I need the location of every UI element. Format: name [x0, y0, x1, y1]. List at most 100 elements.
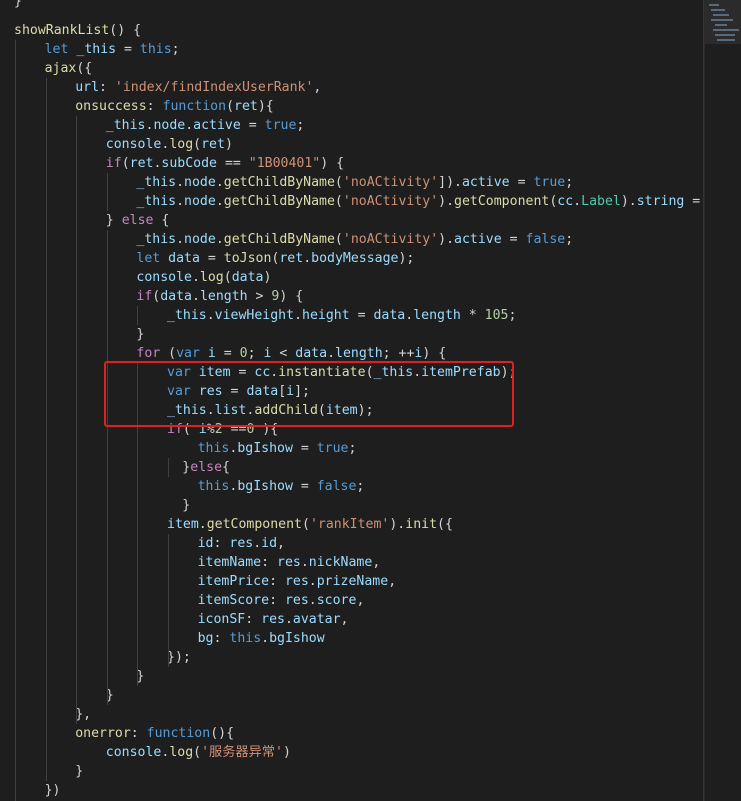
code-token: =	[501, 232, 526, 247]
code-line[interactable]: url: 'index/findIndexUserRank',	[75, 78, 321, 97]
code-token: node	[184, 175, 216, 190]
code-token: _this	[167, 308, 207, 323]
code-token: =	[292, 479, 317, 494]
indent-guide	[106, 173, 108, 211]
code-token: _this	[136, 175, 177, 190]
indent-guide	[168, 534, 169, 667]
code-token: cc	[557, 194, 574, 209]
code-token: iconSF	[197, 612, 246, 627]
minimap-line	[713, 29, 739, 31]
code-line[interactable]: ajax({	[45, 59, 93, 78]
code-line[interactable]: },	[75, 705, 91, 724]
code-line[interactable]: itemPrice: res.prizeName,	[198, 572, 397, 591]
code-token: else	[190, 460, 223, 475]
code-line[interactable]: });	[167, 648, 191, 667]
minimap[interactable]	[704, 0, 741, 801]
code-line[interactable]: _this.node.active = true;	[106, 116, 305, 135]
code-token: console	[105, 745, 162, 760]
code-token: ,	[277, 536, 285, 551]
code-line[interactable]: _this.node.getChildByName('noACtivity').…	[136, 230, 573, 249]
code-token: url	[75, 80, 100, 95]
code-token: "1B00401"	[248, 156, 321, 171]
code-token: =	[509, 175, 534, 190]
code-token: )	[263, 270, 272, 285]
code-token: id	[261, 536, 278, 551]
code-token: =	[292, 441, 317, 456]
code-token: data	[160, 289, 192, 304]
code-token: *	[460, 308, 485, 323]
code-token: }	[182, 498, 191, 513]
code-line[interactable]: }	[182, 496, 190, 515]
code-line[interactable]: this.bgIshow = false;	[198, 477, 365, 496]
minimap-line	[709, 4, 719, 6]
code-line[interactable]: })	[45, 781, 61, 800]
code-token: :	[213, 631, 230, 646]
code-token: ;	[247, 346, 264, 361]
code-line[interactable]: _this.node.getChildByName('noACtivity'])…	[136, 173, 573, 192]
code-token: (	[334, 232, 343, 247]
code-line[interactable]: if(data.length > 9) {	[136, 287, 303, 306]
code-line[interactable]: }else{	[182, 458, 230, 477]
code-token: bgIshow	[269, 631, 325, 646]
code-token: active	[193, 118, 241, 133]
code-line[interactable]: console.log(data)	[136, 268, 271, 287]
code-line[interactable]: showRankList() {	[14, 21, 141, 40]
indent-guide	[76, 116, 78, 724]
code-token: =	[199, 251, 224, 266]
code-token: .	[192, 289, 200, 304]
indent-guide	[15, 40, 16, 801]
code-line[interactable]: item.getComponent('rankItem').init({	[167, 515, 453, 534]
code-token: showRankList	[14, 23, 110, 38]
code-token: :	[99, 80, 115, 95]
code-token: ;	[171, 42, 180, 57]
code-token: node	[184, 194, 216, 209]
code-token: ret	[201, 137, 225, 152]
code-token: this	[197, 479, 230, 494]
code-line[interactable]: let data = toJson(ret.bodyMessage);	[136, 249, 414, 268]
code-token: (	[302, 517, 310, 532]
code-line[interactable]: onerror: function(){	[75, 724, 234, 743]
code-token: let	[44, 42, 69, 57]
code-line[interactable]: id: res.id,	[198, 534, 285, 553]
indent-guide	[168, 458, 169, 477]
code-token: Label	[581, 194, 621, 209]
code-token: ).	[438, 232, 455, 247]
code-token: res	[229, 536, 254, 551]
code-token: itemPrice	[197, 574, 270, 589]
code-line[interactable]: bg: this.bgIshow	[198, 629, 325, 648]
code-line[interactable]: itemScore: res.score,	[198, 591, 365, 610]
code-line[interactable]: _this.viewHeight.height = data.length * …	[167, 306, 516, 325]
code-line[interactable]: }	[14, 0, 22, 11]
code-line[interactable]: if(ret.subCode == "1B00401") {	[106, 154, 344, 173]
code-token: 'rankItem'	[309, 517, 390, 532]
minimap-slider[interactable]	[705, 0, 741, 44]
code-editor[interactable]: } showRankList() {let _this = this; ajax({…	[0, 0, 741, 801]
code-token: onerror	[75, 726, 131, 741]
code-token: {	[222, 460, 230, 475]
code-token: res	[277, 555, 301, 570]
code-token: 105	[484, 308, 509, 323]
code-token: _this	[136, 232, 177, 247]
code-line[interactable]: }	[136, 325, 144, 344]
code-line[interactable]: _this.node.getChildByName('noACtivity').…	[136, 192, 704, 211]
code-line[interactable]: iconSF: res.avatar,	[198, 610, 349, 629]
code-token: itemScore	[197, 593, 270, 608]
code-line[interactable]: itemName: res.nickName,	[198, 553, 381, 572]
code-token: getChildByName	[223, 232, 335, 247]
code-line[interactable]: let _this = this;	[45, 40, 180, 59]
code-line[interactable]: console.log(ret)	[106, 135, 233, 154]
code-token: ; ++	[382, 346, 415, 361]
code-line[interactable]: console.log('服务器异常')	[106, 743, 291, 762]
code-line[interactable]: this.bgIshow = true;	[198, 439, 357, 458]
code-token: .	[253, 536, 262, 551]
code-token: itemName	[197, 555, 262, 570]
code-token: 'index/findIndexUserRank'	[114, 80, 314, 95]
code-line[interactable]: }	[75, 762, 83, 781]
code-token: log	[169, 137, 194, 152]
code-line[interactable]: onsuccess: function(ret){	[75, 97, 274, 116]
code-line[interactable]: } else {	[106, 211, 170, 230]
code-token: .	[215, 175, 224, 190]
code-token: .	[215, 232, 224, 247]
code-token: console	[105, 137, 162, 152]
